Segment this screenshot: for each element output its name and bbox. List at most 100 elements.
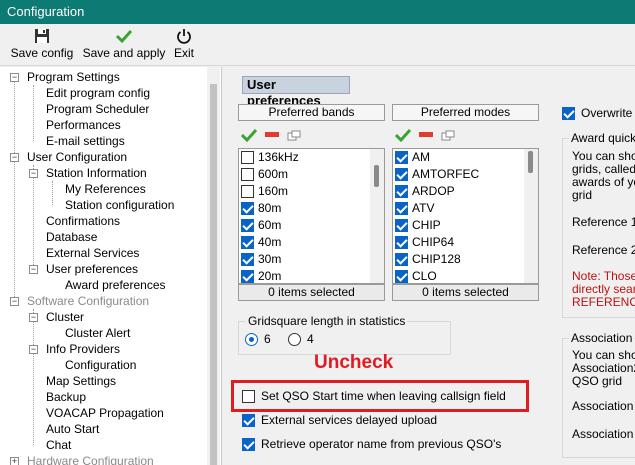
band-checkbox[interactable] <box>241 270 254 283</box>
overwrite-checkbox[interactable] <box>562 107 575 120</box>
collapse-icon[interactable]: − <box>10 153 19 162</box>
tree-item-confirmations[interactable]: Confirmations <box>46 213 120 229</box>
collapse-icon[interactable]: − <box>29 169 38 178</box>
mode-checkbox[interactable] <box>395 253 408 266</box>
modes-scrollbar-thumb[interactable] <box>528 151 533 173</box>
tree-item-edit-program-config[interactable]: Edit program config <box>46 85 150 101</box>
bands-header: Preferred bands <box>238 104 385 121</box>
association-title: Association <box>569 331 635 345</box>
gridsquare-group: Gridsquare length in statistics 6 4 <box>238 314 451 355</box>
band-checkbox[interactable] <box>241 253 254 266</box>
uncheck-all-icon[interactable] <box>419 132 433 137</box>
check-all-icon[interactable] <box>240 128 258 145</box>
tree-scrollbar-thumb[interactable] <box>210 84 217 465</box>
tree-label: User preferences <box>46 262 139 276</box>
tree-label: Software Configuration <box>27 294 150 308</box>
reference-1-label: Reference 1 <box>572 215 635 229</box>
mode-item-atv[interactable]: ATV <box>393 200 523 217</box>
bands-scrollbar[interactable] <box>370 149 384 283</box>
collapse-icon[interactable]: − <box>10 297 19 306</box>
exit-button[interactable]: Exit <box>172 26 196 64</box>
band-item-80m[interactable]: 80m <box>239 200 369 217</box>
band-checkbox[interactable] <box>241 236 254 249</box>
band-item-160m[interactable]: 160m <box>239 183 369 200</box>
mode-item-chip64[interactable]: CHIP64 <box>393 234 523 251</box>
retrieve-operator-label: Retrieve operator name from previous QSO… <box>261 437 502 451</box>
tree-item-configuration[interactable]: Configuration <box>65 357 136 373</box>
award-quick-group: Award quick You can sho grids, called aw… <box>562 131 635 318</box>
collapse-icon[interactable]: − <box>29 345 38 354</box>
check-all-icon[interactable] <box>394 128 412 145</box>
tree-label: Hardware Configuration <box>27 454 154 465</box>
tree-item-my-references[interactable]: My References <box>65 181 146 197</box>
mode-checkbox[interactable] <box>395 219 408 232</box>
save-config-button[interactable]: Save config <box>10 26 74 64</box>
mode-checkbox[interactable] <box>395 236 408 249</box>
mode-item-chip128[interactable]: CHIP128 <box>393 251 523 268</box>
tree-item-external-services[interactable]: External Services <box>46 245 139 261</box>
collapse-icon[interactable]: − <box>10 73 19 82</box>
save-and-apply-button[interactable]: Save and apply <box>82 26 166 64</box>
gridsquare-title: Gridsquare length in statistics <box>246 314 408 328</box>
tree-label: Info Providers <box>46 342 121 356</box>
band-checkbox[interactable] <box>241 151 254 164</box>
band-checkbox[interactable] <box>241 185 254 198</box>
tree-item-database[interactable]: Database <box>46 229 97 245</box>
band-checkbox[interactable] <box>241 202 254 215</box>
expand-icon[interactable]: + <box>10 457 19 465</box>
external-delayed-checkbox[interactable] <box>242 414 255 427</box>
collapse-icon[interactable]: − <box>29 265 38 274</box>
tree-item-program-scheduler[interactable]: Program Scheduler <box>46 101 149 117</box>
tree-item-award-preferences[interactable]: Award preferences <box>65 277 166 293</box>
tree-label: Program Scheduler <box>46 102 150 116</box>
tree-label: Cluster Alert <box>65 326 131 340</box>
mode-label: ATV <box>412 201 435 215</box>
tree-item-backup[interactable]: Backup <box>46 389 86 405</box>
band-checkbox[interactable] <box>241 168 254 181</box>
reference-2-label: Reference 2 <box>572 243 635 257</box>
band-item-600m[interactable]: 600m <box>239 166 369 183</box>
band-item-30m[interactable]: 30m <box>239 251 369 268</box>
tree-label: Station configuration <box>65 198 175 212</box>
mode-checkbox[interactable] <box>395 168 408 181</box>
tree-item-auto-start[interactable]: Auto Start <box>46 421 99 437</box>
tree-label: Station Information <box>46 166 147 180</box>
band-checkbox[interactable] <box>241 219 254 232</box>
tree-label: Program Settings <box>27 70 120 84</box>
mode-checkbox[interactable] <box>395 270 408 283</box>
tree-item-performances[interactable]: Performances <box>46 117 121 133</box>
gridsquare-4-radio[interactable] <box>288 333 301 346</box>
mode-item-chip[interactable]: CHIP <box>393 217 523 234</box>
set-qso-start-checkbox[interactable] <box>242 390 255 403</box>
tree-item-voacap-propagation[interactable]: VOACAP Propagation <box>46 405 164 421</box>
mode-item-amtorfec[interactable]: AMTORFEC <box>393 166 523 183</box>
gridsquare-6-radio[interactable] <box>245 333 258 346</box>
mode-checkbox[interactable] <box>395 151 408 164</box>
mode-item-clo[interactable]: CLO <box>393 268 523 283</box>
modes-scrollbar[interactable] <box>524 149 538 283</box>
tree-scrollbar[interactable] <box>207 67 220 465</box>
gridsquare-6-label: 6 <box>264 332 271 346</box>
band-item-20m[interactable]: 20m <box>239 268 369 283</box>
tree-item-email-settings[interactable]: E-mail settings <box>46 133 125 149</box>
mode-checkbox[interactable] <box>395 202 408 215</box>
collapse-icon[interactable]: − <box>29 313 38 322</box>
bands-scrollbar-thumb[interactable] <box>374 165 379 187</box>
copy-icon[interactable] <box>441 130 455 144</box>
band-item-136khz[interactable]: 136kHz <box>239 149 369 166</box>
uncheck-all-icon[interactable] <box>265 132 279 137</box>
band-item-40m[interactable]: 40m <box>239 234 369 251</box>
tree-item-chat[interactable]: Chat <box>46 437 71 453</box>
mode-item-am[interactable]: AM <box>393 149 523 166</box>
mode-item-ardop[interactable]: ARDOP <box>393 183 523 200</box>
copy-icon[interactable] <box>287 130 301 144</box>
mode-label: CHIP128 <box>412 252 461 266</box>
retrieve-operator-checkbox[interactable] <box>242 438 255 451</box>
tree-item-cluster-alert[interactable]: Cluster Alert <box>65 325 130 341</box>
mode-checkbox[interactable] <box>395 185 408 198</box>
tree-item-map-settings[interactable]: Map Settings <box>46 373 116 389</box>
tree-item-station-configuration[interactable]: Station configuration <box>65 197 174 213</box>
band-item-60m[interactable]: 60m <box>239 217 369 234</box>
award-quick-title: Award quick <box>569 131 635 145</box>
tree-label: Map Settings <box>46 374 117 388</box>
